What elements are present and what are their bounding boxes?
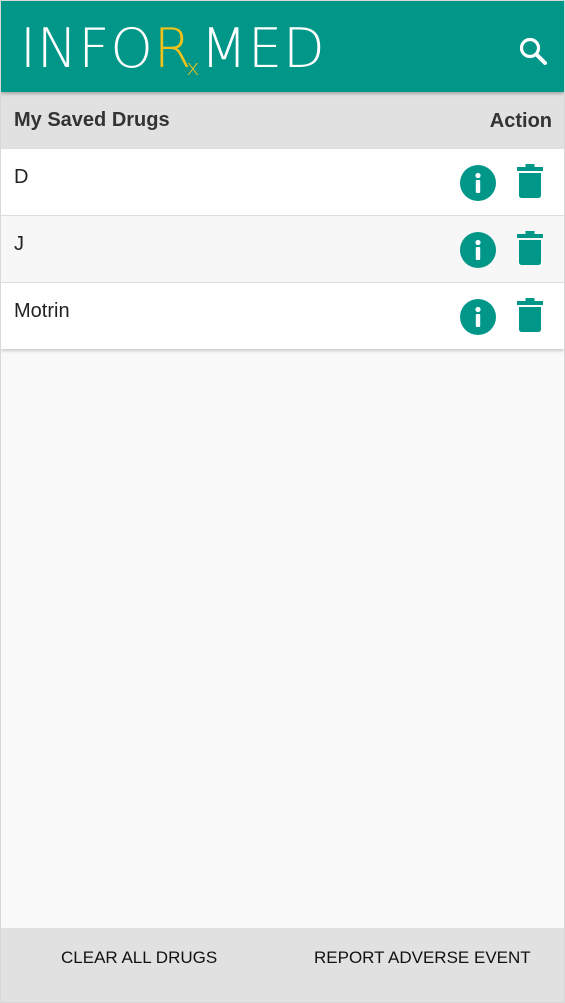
search-icon[interactable]: [517, 35, 549, 67]
trash-icon[interactable]: [517, 298, 543, 332]
clear-all-drugs-button[interactable]: CLEAR ALL DRUGS: [61, 948, 217, 968]
app-bar: INFORxMED: [1, 1, 564, 92]
list-header-title: My Saved Drugs: [14, 109, 170, 131]
trash-icon[interactable]: [517, 164, 543, 198]
list-item[interactable]: Motrin: [1, 283, 564, 349]
logo-rx: Rx: [153, 17, 201, 82]
list-header-action: Action: [489, 110, 552, 132]
bottom-action-bar: CLEAR ALL DRUGS REPORT ADVERSE EVENT: [1, 928, 564, 1002]
trash-icon[interactable]: [517, 231, 543, 265]
list-header: My Saved Drugs Action: [1, 92, 564, 149]
drug-name: J: [14, 233, 24, 255]
informed-rx-logo: INFORxMED: [20, 17, 326, 82]
saved-drugs-list: D J Motrin: [1, 149, 564, 349]
report-adverse-event-button[interactable]: REPORT ADVERSE EVENT: [314, 948, 531, 968]
info-icon[interactable]: [460, 232, 496, 268]
info-icon[interactable]: [460, 165, 496, 201]
logo-prefix: INFO: [20, 17, 154, 80]
info-icon[interactable]: [460, 299, 496, 335]
drug-name: D: [14, 166, 29, 188]
logo-suffix: MED: [200, 17, 326, 80]
list-item[interactable]: J: [1, 216, 564, 283]
list-item[interactable]: D: [1, 149, 564, 216]
app-frame: INFORxMED My Saved Drugs Action D J Motr…: [0, 0, 565, 1003]
drug-name: Motrin: [14, 300, 70, 322]
